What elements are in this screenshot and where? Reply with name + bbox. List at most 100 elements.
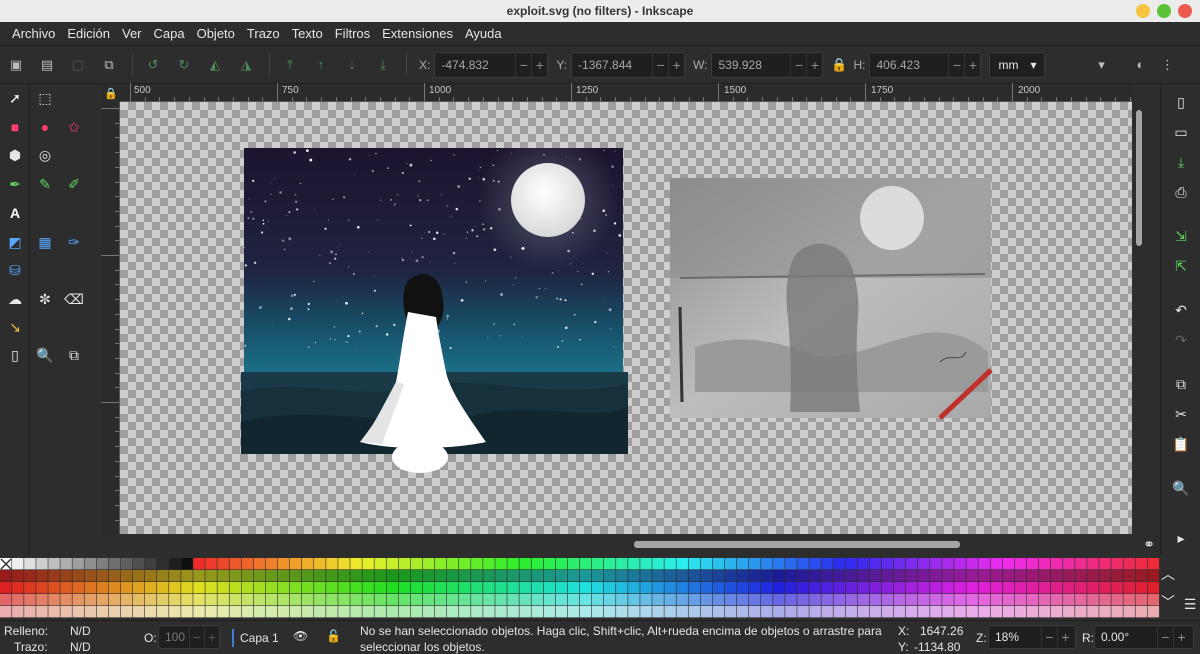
mesh-tool-icon[interactable]: ▦: [37, 234, 53, 250]
palette-swatch[interactable]: [422, 594, 435, 606]
palette-swatch[interactable]: [688, 558, 701, 570]
palette-swatch[interactable]: [72, 570, 84, 582]
palette-swatch[interactable]: [120, 558, 133, 570]
palette-swatch[interactable]: [761, 582, 773, 594]
palette-swatch[interactable]: [1002, 558, 1015, 570]
palette-swatch[interactable]: [869, 582, 882, 594]
palette-swatch[interactable]: [483, 558, 495, 570]
paint-bucket-tool-icon[interactable]: ⛁: [7, 262, 23, 278]
palette-swatch[interactable]: [36, 558, 48, 570]
palette-swatch[interactable]: [459, 558, 471, 570]
palette-swatch[interactable]: [978, 606, 990, 618]
pen-tool-icon[interactable]: ✒: [7, 176, 23, 192]
palette-swatch[interactable]: [1014, 570, 1027, 582]
menu-capa[interactable]: Capa: [148, 26, 191, 41]
palette-swatch[interactable]: [966, 594, 978, 606]
night-illustration[interactable]: [241, 130, 628, 473]
palette-swatch[interactable]: [1063, 594, 1075, 606]
palette-swatch[interactable]: [410, 582, 423, 594]
palette-swatch[interactable]: [1135, 594, 1147, 606]
rotation-input[interactable]: [1095, 630, 1157, 644]
palette-swatch[interactable]: [555, 582, 568, 594]
palette-swatch[interactable]: [217, 582, 229, 594]
palette-swatch[interactable]: [24, 570, 36, 582]
opacity-input[interactable]: [159, 630, 189, 644]
palette-swatch[interactable]: [942, 606, 954, 618]
palette-swatch[interactable]: [700, 594, 713, 606]
raise-icon[interactable]: ↑: [313, 57, 329, 73]
palette-swatch[interactable]: [652, 594, 664, 606]
palette-swatch[interactable]: [326, 558, 338, 570]
palette-swatch[interactable]: [96, 570, 109, 582]
palette-swatch[interactable]: [579, 606, 592, 618]
palette-swatch[interactable]: [1002, 582, 1015, 594]
palette-swatch[interactable]: [761, 558, 773, 570]
palette-swatch[interactable]: [785, 606, 797, 618]
scrollbar-thumb[interactable]: [1136, 110, 1142, 246]
palette-swatch[interactable]: [0, 594, 12, 606]
palette-swatch[interactable]: [374, 606, 386, 618]
palette-swatch[interactable]: [1050, 606, 1063, 618]
palette-swatch[interactable]: [1111, 594, 1123, 606]
palette-swatch[interactable]: [555, 606, 568, 618]
palette-swatch[interactable]: [289, 582, 302, 594]
palette-swatch[interactable]: [108, 570, 121, 582]
palette-swatch[interactable]: [809, 594, 821, 606]
palette-swatch[interactable]: [616, 558, 628, 570]
palette-swatch[interactable]: [374, 594, 386, 606]
palette-swatch[interactable]: [1026, 582, 1039, 594]
h-input[interactable]: [870, 57, 949, 72]
palette-swatch[interactable]: [0, 582, 12, 594]
rotate-cw-icon[interactable]: ↻: [176, 57, 192, 73]
palette-swatch[interactable]: [785, 594, 797, 606]
zoom-in-button[interactable]: +: [1057, 626, 1073, 648]
palette-swatch[interactable]: [72, 606, 84, 618]
palette-swatch[interactable]: [954, 558, 966, 570]
palette-swatch[interactable]: [157, 606, 169, 618]
palette-swatch[interactable]: [96, 606, 109, 618]
palette-swatch[interactable]: [712, 606, 725, 618]
star-tool-icon[interactable]: ✩: [66, 119, 82, 135]
palette-swatch[interactable]: [821, 606, 833, 618]
palette-swatch[interactable]: [314, 558, 326, 570]
palette-swatch[interactable]: [1038, 570, 1051, 582]
palette-swatch[interactable]: [845, 582, 858, 594]
palette-swatch[interactable]: [531, 570, 543, 582]
palette-swatch[interactable]: [869, 606, 882, 618]
palette-swatch[interactable]: [773, 594, 785, 606]
palette-swatch[interactable]: [72, 558, 84, 570]
palette-swatch[interactable]: [398, 558, 411, 570]
palette-swatch[interactable]: [676, 558, 688, 570]
palette-swatch[interactable]: [108, 606, 121, 618]
palette-swatch[interactable]: [374, 558, 386, 570]
palette-swatch[interactable]: [398, 570, 411, 582]
palette-swatch[interactable]: [434, 570, 447, 582]
palette-swatch[interactable]: [1038, 606, 1051, 618]
palette-swatch[interactable]: [604, 582, 616, 594]
palette-swatch[interactable]: [966, 558, 978, 570]
horizontal-scrollbar[interactable]: [120, 534, 1132, 556]
palette-swatch[interactable]: [193, 582, 205, 594]
palette-swatch[interactable]: [265, 582, 278, 594]
palette-swatch[interactable]: [326, 570, 338, 582]
save-icon[interactable]: ⤓: [1173, 154, 1189, 170]
palette-swatch[interactable]: [591, 570, 604, 582]
fill-value[interactable]: N/D: [70, 624, 91, 638]
palette-swatch[interactable]: [918, 570, 930, 582]
palette-swatch[interactable]: [169, 594, 181, 606]
palette-swatch[interactable]: [809, 582, 821, 594]
palette-swatch[interactable]: [507, 570, 519, 582]
palette-swatch[interactable]: [241, 594, 254, 606]
palette-swatch[interactable]: [616, 594, 628, 606]
palette-swatch[interactable]: [181, 570, 193, 582]
palette-swatch[interactable]: [338, 570, 350, 582]
palette-swatch[interactable]: [434, 558, 447, 570]
palette-swatch[interactable]: [48, 570, 60, 582]
palette-swatch[interactable]: [640, 570, 652, 582]
palette-menu-icon[interactable]: ☰: [1182, 596, 1198, 612]
palette-swatch[interactable]: [881, 558, 894, 570]
palette-swatch[interactable]: [24, 606, 36, 618]
deselect-icon[interactable]: ▢: [70, 57, 86, 73]
palette-swatch[interactable]: [567, 558, 580, 570]
palette-swatch[interactable]: [289, 558, 302, 570]
